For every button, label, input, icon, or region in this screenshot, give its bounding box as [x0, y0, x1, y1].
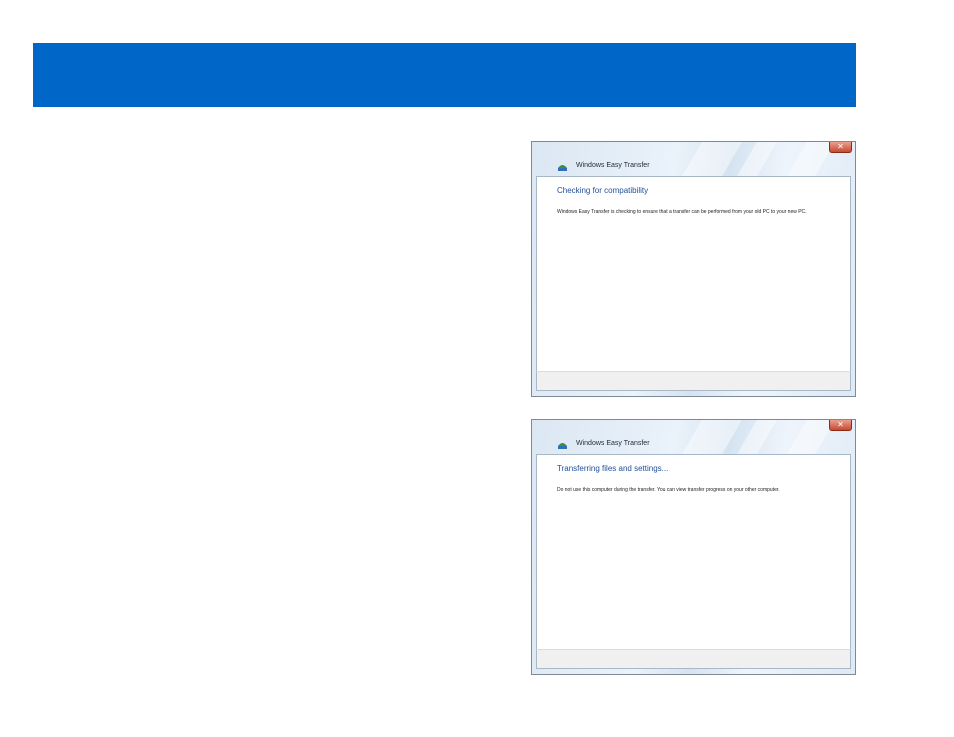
easy-transfer-icon — [558, 165, 567, 171]
glass-highlight — [682, 142, 742, 176]
glass-highlight — [787, 142, 835, 176]
glass-highlight — [682, 420, 742, 454]
close-icon: ✕ — [837, 142, 844, 151]
window-content: Transferring files and settings... Do no… — [536, 454, 851, 650]
window-footer — [536, 649, 851, 669]
close-icon: ✕ — [837, 420, 844, 429]
glass-highlight — [737, 142, 777, 176]
page-heading: Transferring files and settings... — [557, 464, 669, 473]
easy-transfer-window-transferring: ✕ Windows Easy Transfer Transferring fil… — [531, 419, 856, 675]
easy-transfer-window-compatibility: ✕ Windows Easy Transfer Checking for com… — [531, 141, 856, 397]
page-description: Do not use this computer during the tran… — [557, 487, 780, 493]
close-button[interactable]: ✕ — [829, 420, 852, 431]
page-heading: Checking for compatibility — [557, 186, 649, 195]
window-title: Windows Easy Transfer — [576, 440, 650, 447]
glass-highlight — [787, 420, 835, 454]
easy-transfer-icon — [558, 443, 567, 449]
window-footer — [536, 371, 851, 391]
window-content: Checking for compatibility Windows Easy … — [536, 176, 851, 372]
glass-highlight — [737, 420, 777, 454]
close-button[interactable]: ✕ — [829, 142, 852, 153]
page-description: Windows Easy Transfer is checking to ens… — [557, 209, 807, 215]
window-title: Windows Easy Transfer — [576, 162, 650, 169]
slide-title-bar — [33, 43, 856, 107]
